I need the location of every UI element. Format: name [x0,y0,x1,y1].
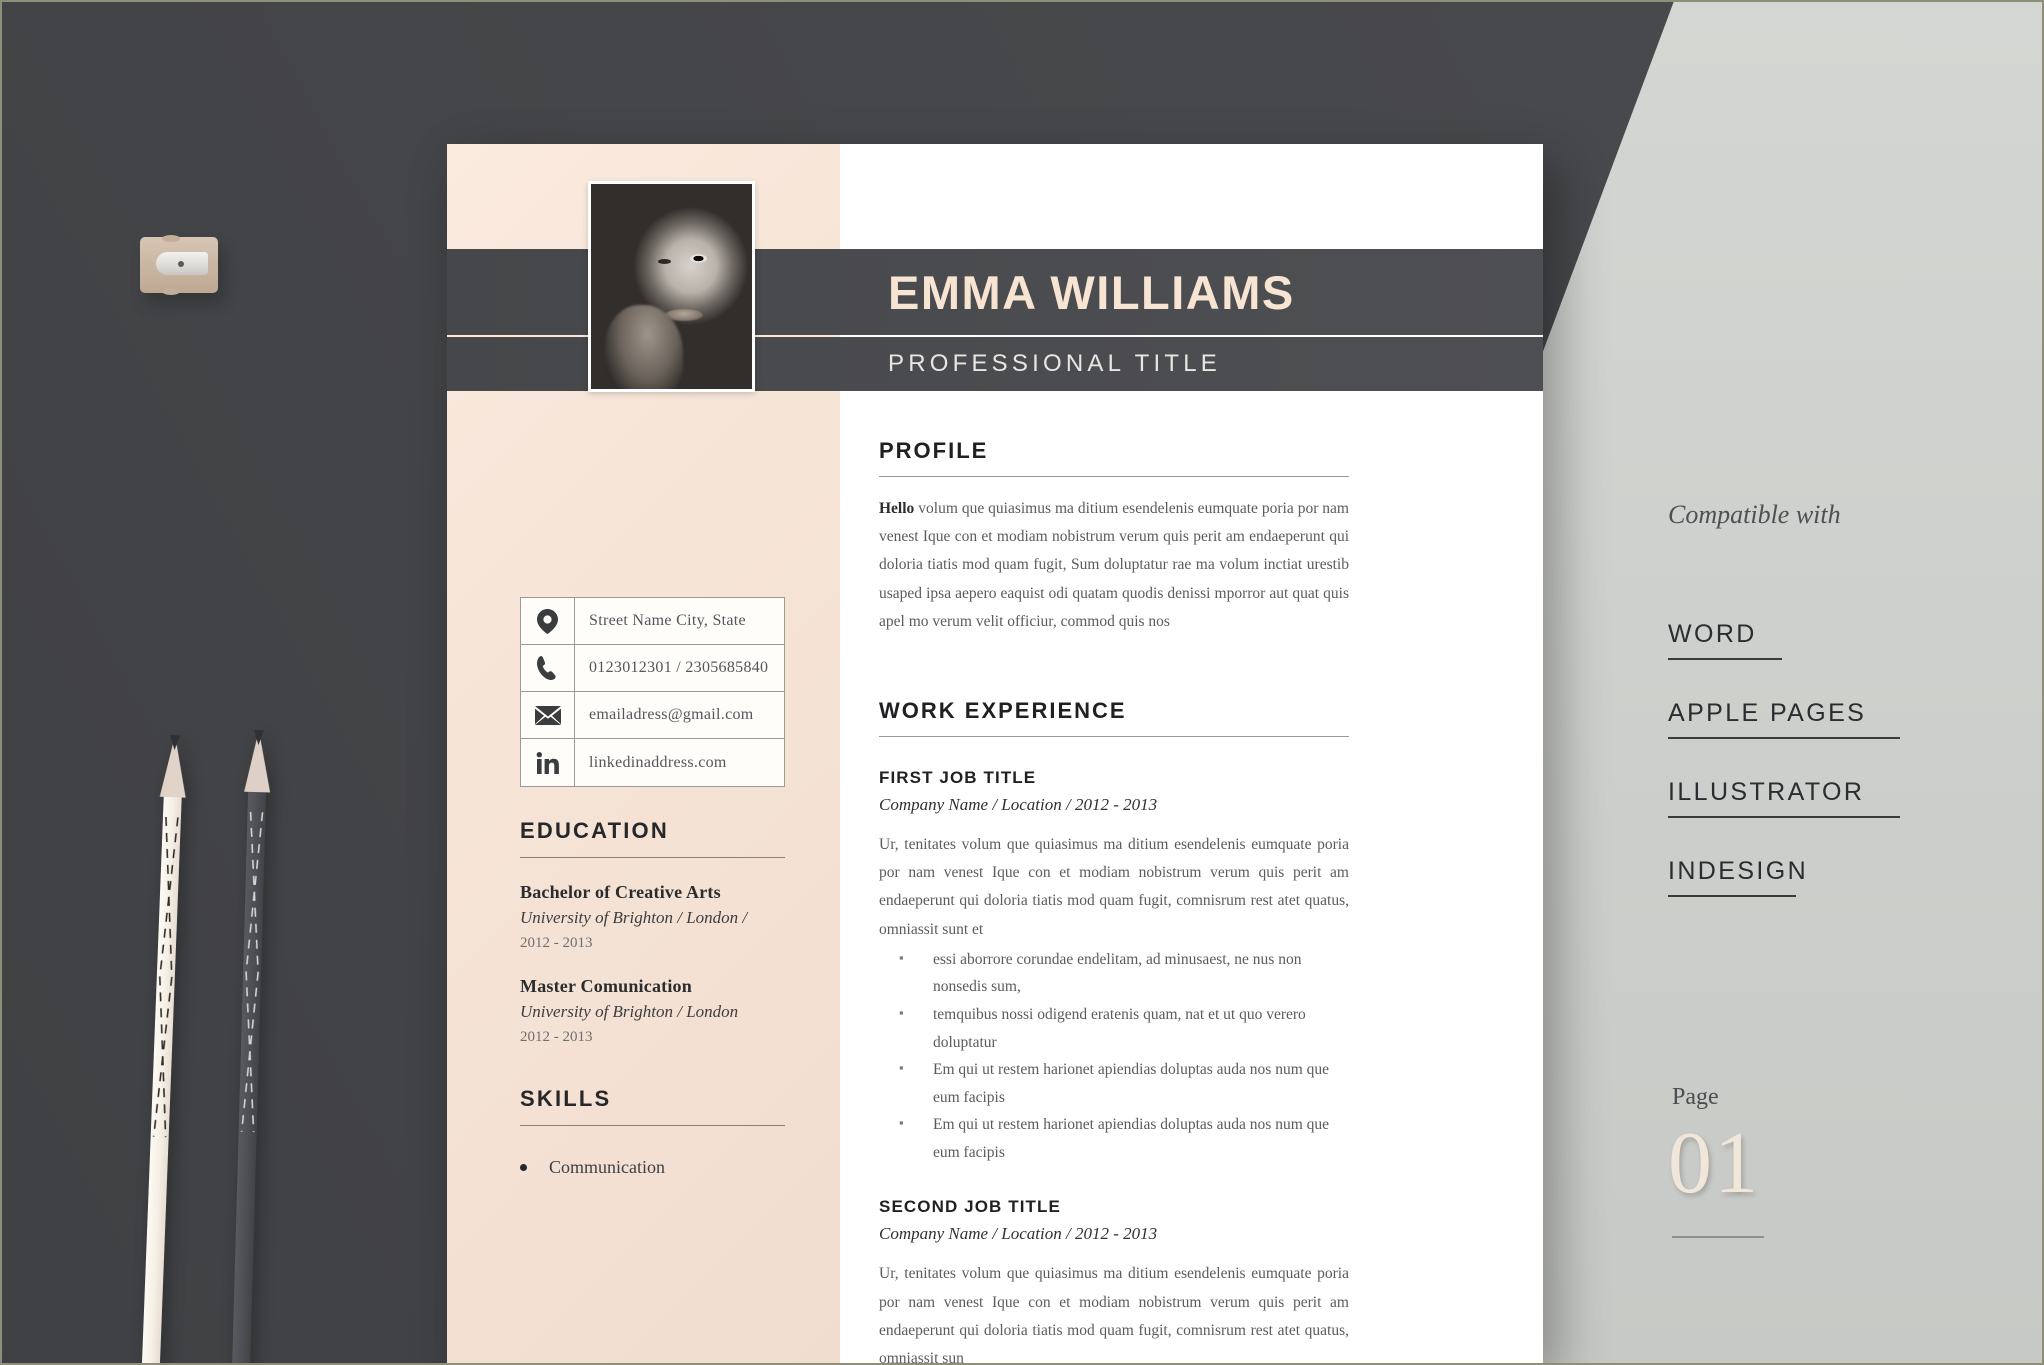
phone-icon [521,645,575,691]
education-item: Bachelor of Creative Arts University of … [520,882,785,952]
sharpener-notch-top [162,235,180,242]
contact-address-text: Street Name City, State [589,612,746,629]
job-entry: SECOND JOB TITLE Company Name / Location… [879,1197,1349,1365]
portrait-photo-image [591,184,752,389]
education-years: 2012 - 2013 [520,1029,593,1045]
bullet-dot-icon: ▪ [899,1060,904,1076]
job-description: Ur, tenitates volum que quiasimus ma dit… [879,836,1349,938]
bullet-dot-icon: ▪ [899,1115,904,1131]
education-degree: Bachelor of Creative Arts [520,882,721,902]
contact-email-text: emailadress@gmail.com [589,706,754,723]
main-content: PROFILE Hello volum que quiasimus ma dit… [879,438,1349,1365]
pencil-sharpener [140,235,218,295]
portrait-eye [690,254,707,263]
work-divider [879,736,1349,738]
education-years: 2012 - 2013 [520,935,593,951]
compat-app-word: WORD [1668,620,1757,648]
location-pin-icon [521,598,575,644]
contact-box: Street Name City, State 0123012301 / 230… [520,597,785,787]
linkedin-icon [521,739,575,786]
contact-phone-text: 0123012301 / 2305685840 [589,659,769,676]
list-item: WORD [1668,620,1908,660]
resume-sheet: Street Name City, State 0123012301 / 230… [447,144,1543,1365]
profile-divider [879,476,1349,477]
skills-heading: SKILLS [520,1086,612,1111]
page-label: Page [1672,1084,1719,1110]
education-degree: Master Comunication [520,976,692,996]
education-school: University of Brighton / London [520,1002,739,1021]
job-title: FIRST JOB TITLE [879,768,1037,788]
education-divider [520,857,785,858]
compat-underline [1668,658,1782,660]
education-item: Master Comunication University of Bright… [520,976,785,1046]
profile-heading: PROFILE [879,438,989,463]
contact-linkedin-text: linkedinaddress.com [589,753,727,771]
envelope-icon [521,692,575,738]
sharpener-notch-bottom [162,288,180,295]
list-item: ILLUSTRATOR [1668,778,1908,818]
skills-section: SKILLS Communication [520,1086,785,1178]
bullet-dot-icon: ▪ [899,1004,904,1020]
list-item: APPLE PAGES [1668,699,1908,739]
skills-list: Communication [520,1157,785,1178]
compat-underline [1668,895,1796,897]
pencil-dark-lead [253,729,264,746]
list-item: ▪ essi aborrore corundae endelitam, ad mi… [879,946,1349,1001]
list-item: INDESIGN [1668,857,1908,897]
skills-divider [520,1125,785,1126]
list-item: ▪ temquibus nossi odigend eratenis quam, … [879,1001,1349,1056]
bullet-dot-icon [520,1164,527,1171]
compat-app-illustrator: ILLUSTRATOR [1668,778,1865,806]
compat-underline [1668,737,1900,739]
education-heading: EDUCATION [520,818,669,843]
bullet-text: Em qui ut restem harionet apiendias dolu… [933,1116,1330,1161]
bullet-text: essi aborrore corundae endelitam, ad min… [933,950,1302,996]
job-title: SECOND JOB TITLE [879,1197,1061,1217]
compat-app-apple-pages: APPLE PAGES [1668,699,1867,727]
compatible-with-label: Compatible with [1668,500,1841,529]
list-item: ▪ Em qui ut restem harionet apiendias dol… [879,1056,1349,1111]
profile-body: volum que quiasimus ma ditium esendeleni… [879,500,1349,630]
bullet-dot-icon: ▪ [899,949,904,965]
job-meta: Company Name / Location / 2012 - 2013 [879,1224,1158,1244]
job-meta: Company Name / Location / 2012 - 2013 [879,795,1158,815]
compat-underline [1668,816,1900,818]
contact-row-address[interactable]: Street Name City, State [521,598,784,645]
job-entry: FIRST JOB TITLE Company Name / Location … [879,768,1349,1166]
profile-text: Hello volum que quiasimus ma ditium esen… [879,495,1349,636]
bullet-text: Em qui ut restem harionet apiendias dolu… [933,1061,1330,1106]
contact-row-linkedin[interactable]: linkedinaddress.com [521,739,784,786]
skill-label: Communication [549,1157,665,1177]
page-number: 01 [1668,1115,1760,1212]
profile-lead: Hello [879,500,915,517]
list-item: Communication [520,1157,785,1178]
professional-title: PROFESSIONAL TITLE [888,350,1222,377]
job-bullets: ▪ essi aborrore corundae endelitam, ad mi… [879,946,1349,1167]
compat-app-indesign: INDESIGN [1668,857,1809,885]
sharpener-screw [178,261,184,267]
info-panel: Compatible with WORD APPLE PAGES ILLUSTR… [1668,0,2044,1365]
portrait-photo [588,181,755,392]
list-item: ▪ Em qui ut restem harionet apiendias dol… [879,1111,1349,1166]
education-section: EDUCATION Bachelor of Creative Arts Univ… [520,818,785,1046]
contact-row-phone[interactable]: 0123012301 / 2305685840 [521,645,784,692]
compatible-apps-list: WORD APPLE PAGES ILLUSTRATOR INDESIGN [1668,620,1908,936]
work-heading: WORK EXPERIENCE [879,698,1127,724]
job-description: Ur, tenitates volum que quiasimus ma dit… [879,1265,1349,1365]
education-school: University of Brighton / London / [520,908,748,927]
page-title: EMMA WILLIAMS [888,265,1295,319]
contact-row-email[interactable]: emailadress@gmail.com [521,692,784,739]
page-number-underline [1672,1236,1764,1238]
pencil-light-lead [169,735,181,751]
bullet-text: temquibus nossi odigend eratenis quam, n… [933,1005,1306,1051]
